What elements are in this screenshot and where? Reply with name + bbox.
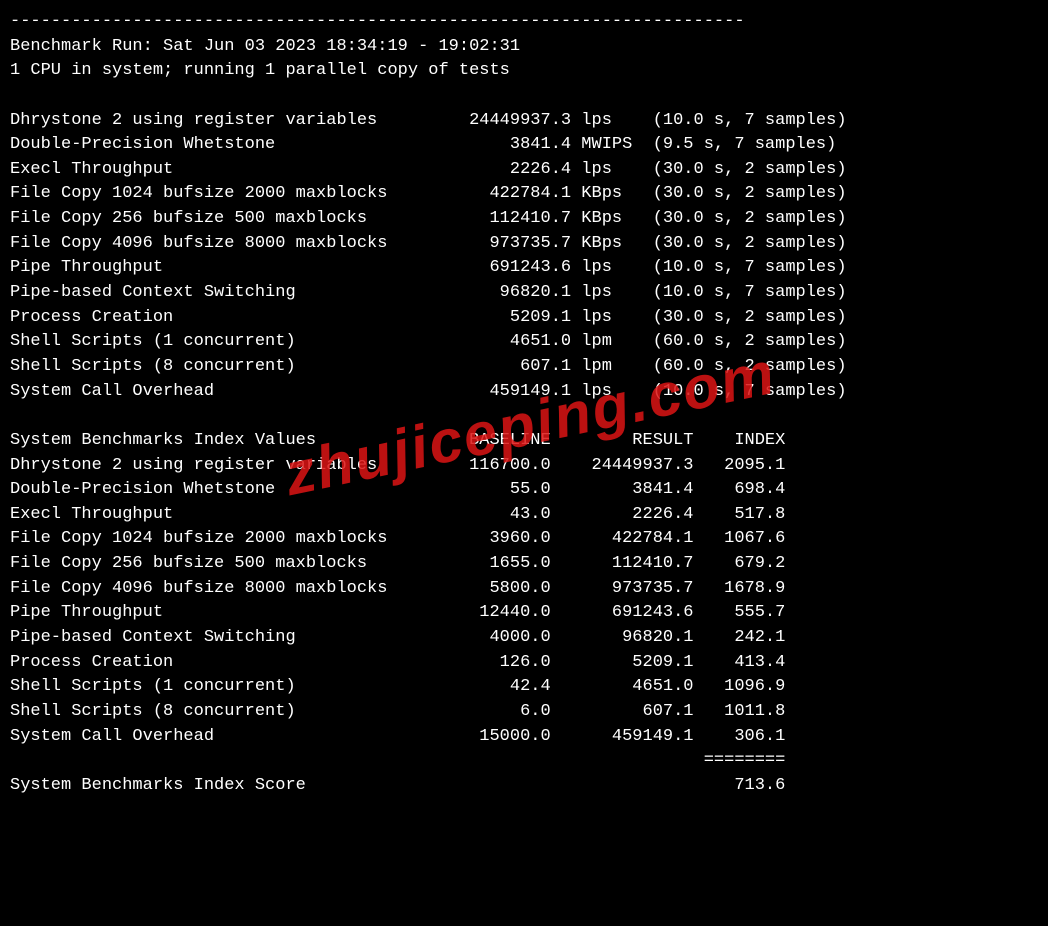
benchmark-run-header: Benchmark Run: Sat Jun 03 2023 18:34:19 … [10, 35, 1038, 60]
test-result-row: File Copy 256 bufsize 500 maxblocks 1124… [10, 207, 1038, 232]
index-result-row: File Copy 256 bufsize 500 maxblocks 1655… [10, 552, 1038, 577]
test-result-row: Double-Precision Whetstone 3841.4 MWIPS … [10, 133, 1038, 158]
index-header-line: System Benchmarks Index Values BASELINE … [10, 429, 1038, 454]
terminal-output: ----------------------------------------… [10, 10, 1038, 799]
index-values-block: Dhrystone 2 using register variables 116… [10, 454, 1038, 750]
test-result-row: File Copy 4096 bufsize 8000 maxblocks 97… [10, 232, 1038, 257]
test-result-row: Dhrystone 2 using register variables 244… [10, 109, 1038, 134]
benchmark-tests-block: Dhrystone 2 using register variables 244… [10, 109, 1038, 405]
separator-line: ----------------------------------------… [10, 10, 1038, 35]
index-result-row: File Copy 1024 bufsize 2000 maxblocks 39… [10, 527, 1038, 552]
cpu-info-line: 1 CPU in system; running 1 parallel copy… [10, 59, 1038, 84]
test-result-row: Shell Scripts (1 concurrent) 4651.0 lpm … [10, 330, 1038, 355]
test-result-row: Process Creation 5209.1 lps (30.0 s, 2 s… [10, 306, 1038, 331]
index-result-row: Shell Scripts (1 concurrent) 42.4 4651.0… [10, 675, 1038, 700]
benchmark-score-line: System Benchmarks Index Score 713.6 [10, 774, 1038, 799]
index-result-row: Shell Scripts (8 concurrent) 6.0 607.1 1… [10, 700, 1038, 725]
test-result-row: File Copy 1024 bufsize 2000 maxblocks 42… [10, 182, 1038, 207]
score-divider: ======== [10, 749, 1038, 774]
test-result-row: Execl Throughput 2226.4 lps (30.0 s, 2 s… [10, 158, 1038, 183]
index-result-row: Process Creation 126.0 5209.1 413.4 [10, 651, 1038, 676]
blank-line [10, 84, 1038, 109]
test-result-row: Pipe Throughput 691243.6 lps (10.0 s, 7 … [10, 256, 1038, 281]
index-result-row: Double-Precision Whetstone 55.0 3841.4 6… [10, 478, 1038, 503]
index-result-row: Pipe Throughput 12440.0 691243.6 555.7 [10, 601, 1038, 626]
blank-line [10, 404, 1038, 429]
index-result-row: Execl Throughput 43.0 2226.4 517.8 [10, 503, 1038, 528]
index-result-row: System Call Overhead 15000.0 459149.1 30… [10, 725, 1038, 750]
test-result-row: System Call Overhead 459149.1 lps (10.0 … [10, 380, 1038, 405]
index-result-row: Dhrystone 2 using register variables 116… [10, 454, 1038, 479]
index-result-row: File Copy 4096 bufsize 8000 maxblocks 58… [10, 577, 1038, 602]
index-result-row: Pipe-based Context Switching 4000.0 9682… [10, 626, 1038, 651]
test-result-row: Pipe-based Context Switching 96820.1 lps… [10, 281, 1038, 306]
test-result-row: Shell Scripts (8 concurrent) 607.1 lpm (… [10, 355, 1038, 380]
